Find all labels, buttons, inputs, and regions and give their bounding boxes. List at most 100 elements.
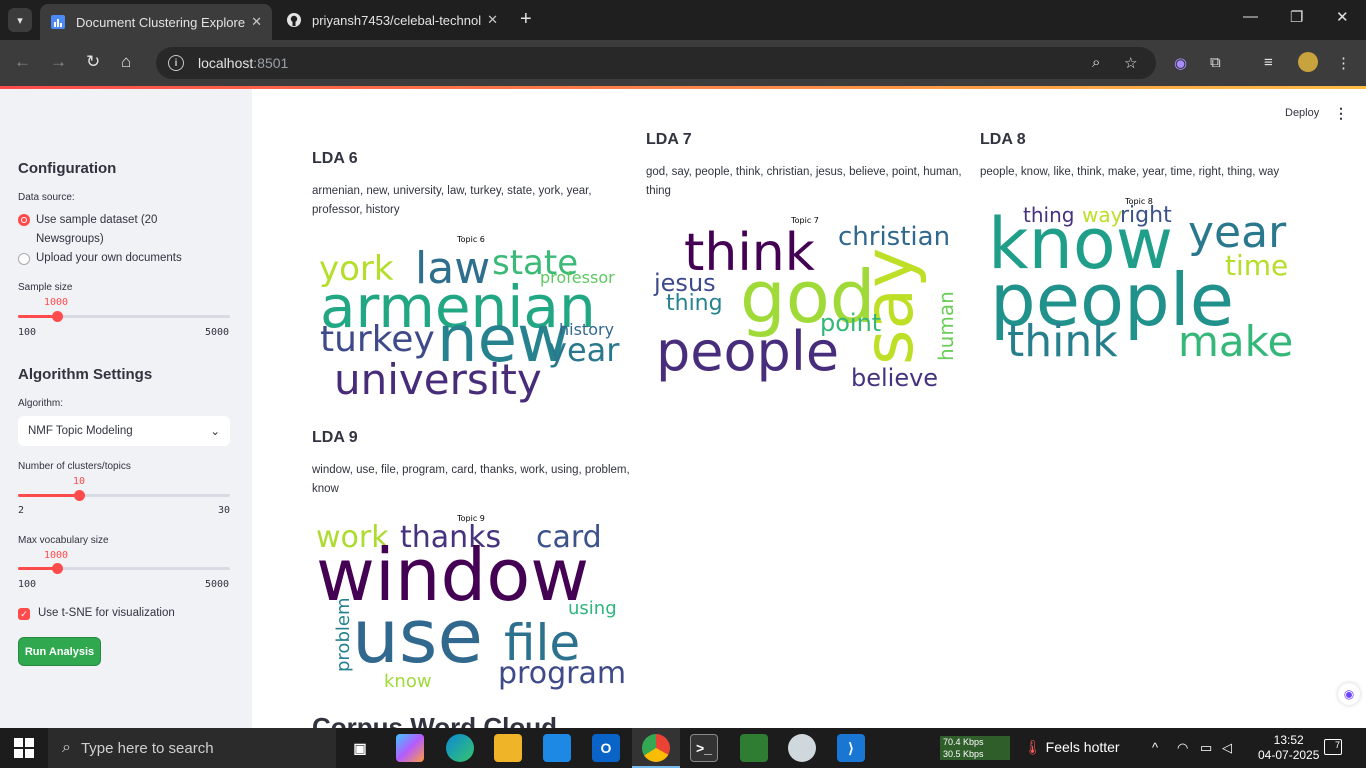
- clusters-label: Number of clusters/topics: [18, 461, 131, 472]
- system-clock[interactable]: 13:52 04-07-2025: [1258, 733, 1319, 763]
- outlook-icon[interactable]: O: [592, 734, 620, 762]
- minimize-icon[interactable]: —: [1243, 8, 1258, 25]
- extensions-puzzle-icon[interactable]: ⧉: [1210, 54, 1221, 71]
- notification-center-icon[interactable]: 7: [1324, 739, 1342, 755]
- vocab-slider[interactable]: [18, 563, 230, 574]
- search-icon: ⌕: [62, 739, 71, 756]
- weather-widget[interactable]: 🌡 Feels hotter: [1024, 739, 1120, 756]
- wordcloud-topic-6: Topic 6 york law state professor armenia…: [312, 231, 630, 411]
- home-icon[interactable]: ⌂: [121, 52, 131, 72]
- tab-github[interactable]: priyansh7453/celebal-technolo ✕: [276, 4, 508, 36]
- vocab-max: 5000: [205, 579, 230, 590]
- show-hidden-icons-icon[interactable]: ^: [1152, 740, 1158, 755]
- panel-title: LDA 7: [646, 131, 692, 148]
- profile-avatar[interactable]: [1298, 52, 1318, 72]
- panel-topic-words: armenian, new, university, law, turkey, …: [312, 185, 592, 216]
- new-tab-icon[interactable]: +: [520, 9, 532, 29]
- url-text: localhost:8501: [198, 55, 289, 71]
- clock-time: 13:52: [1273, 733, 1304, 747]
- clusters-slider[interactable]: [18, 490, 230, 501]
- wifi-icon[interactable]: ◠: [1177, 740, 1188, 756]
- panel-topic-words: god, say, people, think, christian, jesu…: [646, 166, 962, 197]
- forward-icon[interactable]: →: [50, 52, 67, 72]
- wordcloud-word: year: [548, 331, 620, 369]
- algorithm-settings-heading: Algorithm Settings: [18, 366, 153, 383]
- tab-document-clustering[interactable]: Document Clustering Explorer ✕: [40, 4, 272, 40]
- wordcloud-word: think: [1007, 316, 1118, 367]
- extension-ai-icon[interactable]: ◉: [1174, 54, 1187, 72]
- net-upload: 70.4 Kbps: [943, 737, 984, 747]
- windows-taskbar: ⌕ Type here to search ▣ O >_ ⟩ 70.4 Kbps…: [0, 728, 1366, 768]
- window-close-icon[interactable]: ✕: [1336, 8, 1349, 26]
- main-content: Deploy ⋮ LDA 6 armenian, new, university…: [252, 89, 1366, 728]
- windows-start-icon[interactable]: [14, 738, 34, 758]
- taskbar-search-input[interactable]: ⌕ Type here to search: [48, 728, 336, 768]
- wordcloud-word: time: [1225, 249, 1288, 282]
- edge-icon[interactable]: [446, 734, 474, 762]
- volume-icon[interactable]: ◁: [1222, 740, 1232, 756]
- address-bar[interactable]: i localhost:8501: [156, 47, 1156, 79]
- browser-toolbar: ← → ↻ ⌂ i localhost:8501 ⌕ ☆ ◉ ⧉ ≡ ⋮: [0, 40, 1366, 86]
- terminal-icon[interactable]: >_: [690, 734, 718, 762]
- restore-icon[interactable]: ❐: [1290, 8, 1303, 26]
- vocab-label: Max vocabulary size: [18, 535, 109, 546]
- close-tab-icon[interactable]: ✕: [251, 14, 262, 30]
- data-source-label: Data source:: [18, 192, 75, 203]
- bookmark-star-icon[interactable]: ☆: [1124, 54, 1137, 72]
- task-view-icon[interactable]: ▣: [346, 734, 374, 762]
- clusters-max: 30: [218, 505, 231, 516]
- wordcloud-word: human: [934, 291, 958, 361]
- chrome-icon[interactable]: [642, 734, 670, 762]
- corpus-word-cloud-heading: Corpus Word Cloud: [312, 712, 558, 728]
- snipping-tool-icon[interactable]: [788, 734, 816, 762]
- wordcloud-word: know: [384, 671, 432, 690]
- network-speed-widget: 70.4 Kbps 30.5 Kbps: [940, 736, 1010, 760]
- slider-thumb[interactable]: [52, 311, 63, 322]
- sample-size-slider[interactable]: [18, 311, 230, 322]
- radio-sample-dataset[interactable]: [18, 214, 30, 226]
- configuration-heading: Configuration: [18, 160, 117, 177]
- tsne-checkbox[interactable]: ✓: [18, 608, 30, 620]
- wordcloud-word: problem: [333, 598, 354, 672]
- sample-size-max: 5000: [205, 327, 230, 338]
- slider-thumb[interactable]: [73, 490, 85, 501]
- wordcloud-word: christian: [838, 222, 950, 252]
- reload-icon[interactable]: ↻: [86, 52, 100, 72]
- media-control-icon[interactable]: ≡: [1264, 54, 1273, 71]
- battery-icon[interactable]: ▭: [1200, 740, 1212, 756]
- sample-size-label: Sample size: [18, 282, 73, 293]
- wordcloud-word: people: [656, 320, 839, 383]
- slider-thumb[interactable]: [52, 563, 63, 574]
- vscode-icon[interactable]: ⟩: [837, 734, 865, 762]
- close-tab-icon[interactable]: ✕: [487, 12, 498, 28]
- deploy-button[interactable]: Deploy: [1285, 107, 1319, 119]
- zoom-icon[interactable]: ⌕: [1092, 54, 1100, 71]
- site-info-icon[interactable]: i: [168, 55, 184, 71]
- back-icon[interactable]: ←: [14, 52, 31, 72]
- panel-title: LDA 9: [312, 429, 358, 446]
- wordcloud-topic-7: Topic 7 think christian jesus thing god …: [646, 212, 964, 392]
- microsoft-store-icon[interactable]: [543, 734, 571, 762]
- clock-date: 04-07-2025: [1258, 748, 1320, 762]
- algorithm-select-value: NMF Topic Modeling: [28, 425, 133, 437]
- copilot-icon[interactable]: [396, 734, 424, 762]
- weather-text: Feels hotter: [1045, 739, 1120, 755]
- vocab-value: 1000: [44, 550, 69, 561]
- excel-icon[interactable]: [740, 734, 768, 762]
- file-explorer-icon[interactable]: [494, 734, 522, 762]
- floating-assistant-icon[interactable]: ◉: [1338, 683, 1360, 705]
- main-menu-icon[interactable]: ⋮: [1334, 105, 1348, 122]
- tsne-checkbox-label[interactable]: Use t-SNE for visualization: [38, 607, 175, 619]
- wordcloud-topic-9: Topic 9 work thanks card window using pr…: [312, 510, 630, 690]
- radio-upload-documents[interactable]: [18, 253, 30, 265]
- radio-upload-documents-label[interactable]: Upload your own documents: [36, 249, 216, 268]
- run-analysis-button[interactable]: Run Analysis: [18, 637, 101, 666]
- browser-menu-icon[interactable]: ⋮: [1336, 54, 1351, 72]
- wordcloud-word: believe: [851, 364, 938, 392]
- tab-search-button[interactable]: ▾: [8, 8, 32, 32]
- panel-title: LDA 8: [980, 131, 1026, 148]
- algorithm-select[interactable]: NMF Topic Modeling ⌄: [18, 416, 230, 446]
- radio-sample-dataset-label[interactable]: Use sample dataset (20 Newsgroups): [36, 211, 216, 249]
- net-download: 30.5 Kbps: [943, 749, 984, 759]
- sample-size-min: 100: [18, 327, 37, 338]
